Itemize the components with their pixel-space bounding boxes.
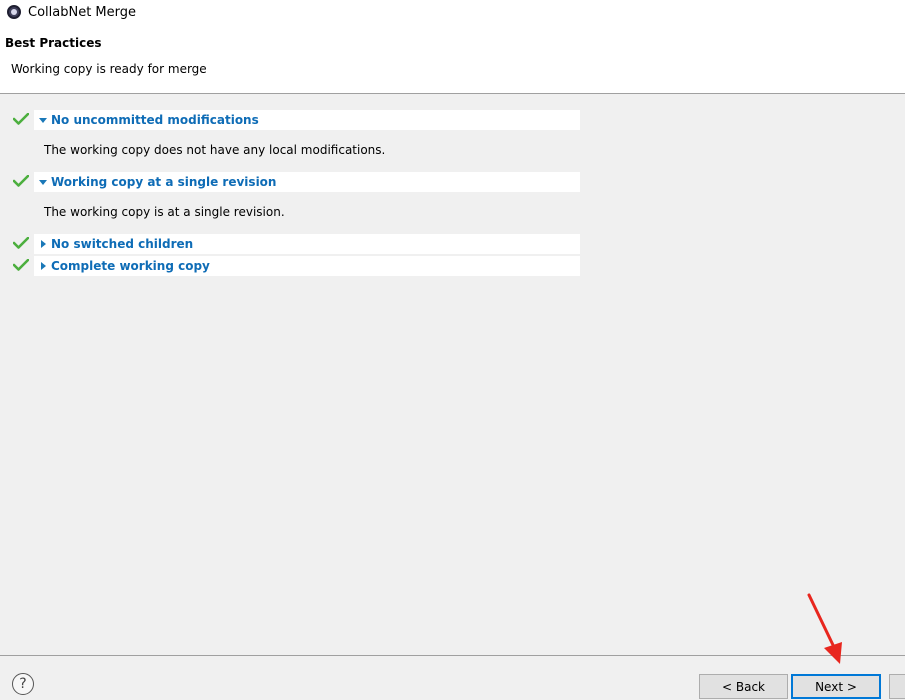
section-complete-working-copy[interactable]: Complete working copy <box>34 256 580 276</box>
section-title[interactable]: Working copy at a single revision <box>51 175 276 189</box>
collapsed-chevron-icon[interactable] <box>36 262 50 270</box>
help-icon[interactable]: ? <box>12 673 34 695</box>
section-description: The working copy does not have any local… <box>44 143 386 157</box>
page-title: Best Practices <box>5 36 102 50</box>
section-no-uncommitted-modifications[interactable]: No uncommitted modifications <box>34 110 580 130</box>
back-button[interactable]: < Back <box>699 674 788 699</box>
check-icon <box>13 259 29 271</box>
wizard-header: Best Practices Working copy is ready for… <box>0 24 905 94</box>
section-title[interactable]: Complete working copy <box>51 259 210 273</box>
checks-panel: No uncommitted modifications The working… <box>0 95 905 655</box>
finish-button-partial[interactable] <box>889 674 905 699</box>
check-icon <box>13 113 29 125</box>
check-icon <box>13 175 29 187</box>
section-description: The working copy is at a single revision… <box>44 205 285 219</box>
page-description: Working copy is ready for merge <box>11 62 207 76</box>
check-icon <box>13 237 29 249</box>
next-button[interactable]: Next > <box>791 674 881 699</box>
window-title: CollabNet Merge <box>28 4 137 20</box>
collapsed-chevron-icon[interactable] <box>36 240 50 248</box>
collabnet-app-icon <box>7 5 21 19</box>
section-working-copy-single-revision[interactable]: Working copy at a single revision <box>34 172 580 192</box>
section-title[interactable]: No switched children <box>51 237 193 251</box>
expanded-chevron-icon[interactable] <box>36 179 50 185</box>
wizard-footer: ? < Back Next > <box>0 655 905 700</box>
expanded-chevron-icon[interactable] <box>36 117 50 123</box>
title-bar: CollabNet Merge <box>0 0 905 24</box>
section-title[interactable]: No uncommitted modifications <box>51 113 259 127</box>
section-no-switched-children[interactable]: No switched children <box>34 234 580 254</box>
